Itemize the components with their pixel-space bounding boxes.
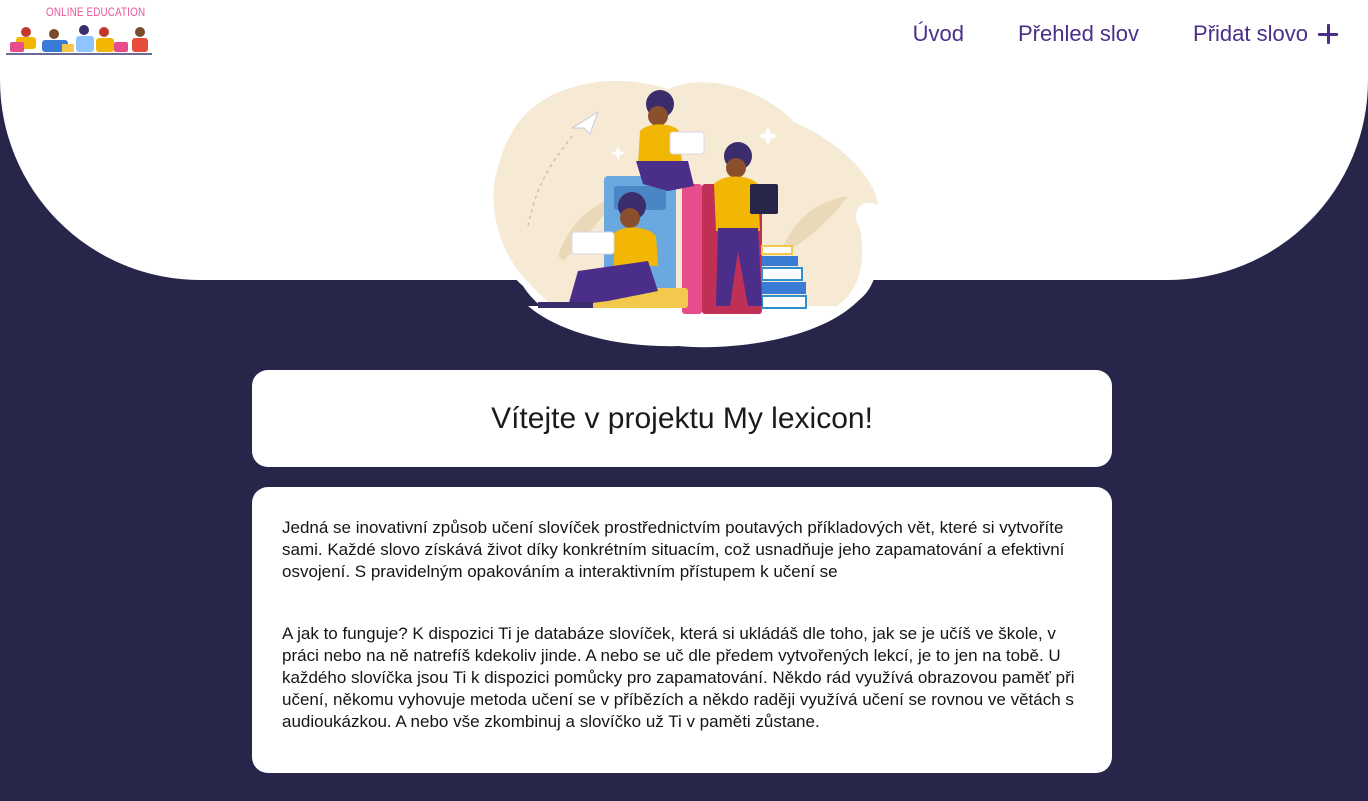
nav-add-word-label: Přidat slovo xyxy=(1193,21,1308,46)
welcome-title: Vítejte v projektu My lexicon! xyxy=(491,401,873,435)
nav-add-word[interactable]: Přidat slovo xyxy=(1193,21,1338,47)
welcome-card: Vítejte v projektu My lexicon! xyxy=(252,370,1112,467)
logo-text: ONLINE EDUCATION xyxy=(46,5,146,19)
nav-word-overview[interactable]: Přehled slov xyxy=(1018,21,1139,47)
hero-illustration xyxy=(482,72,888,348)
intro-card: Jedná se inovativní způsob učení slovíče… xyxy=(252,487,1112,773)
nav-home[interactable]: Úvod xyxy=(913,21,964,47)
plus-icon xyxy=(1318,24,1338,44)
intro-paragraph-1: Jedná se inovativní způsob učení slovíče… xyxy=(282,518,1065,581)
logo[interactable]: ONLINE EDUCATION xyxy=(6,2,156,56)
main-nav: Úvod Přehled slov Přidat slovo xyxy=(913,18,1338,50)
logo-illustration xyxy=(6,25,152,55)
intro-paragraph-2: A jak to funguje? K dispozici Ti je data… xyxy=(282,624,1075,731)
